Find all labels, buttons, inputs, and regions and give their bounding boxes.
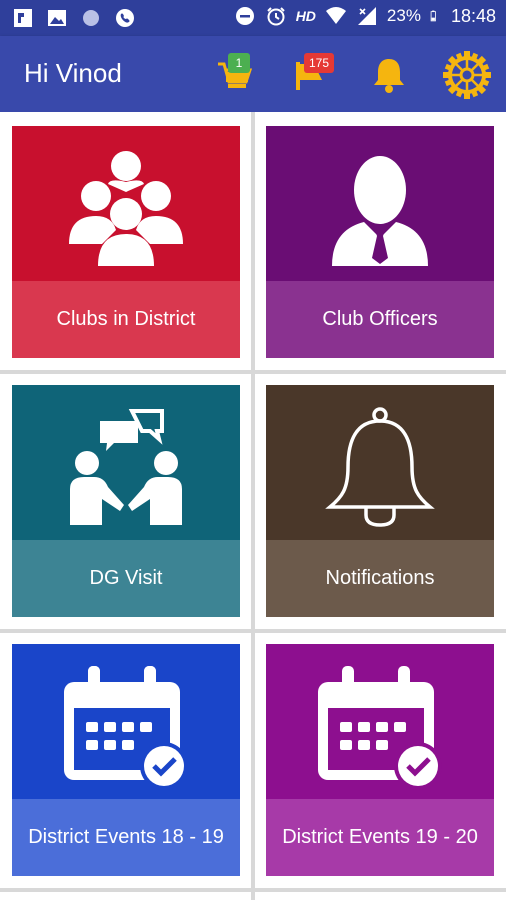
clock: 18:48: [450, 5, 496, 26]
tile-dg-visit[interactable]: DG Visit: [12, 385, 240, 617]
notification-app-icon: [14, 9, 32, 27]
tile-label: Clubs in District: [12, 281, 240, 358]
circle-icon: [83, 10, 99, 26]
cart-badge: 1: [228, 53, 250, 73]
image-icon: [48, 10, 66, 26]
flag-button[interactable]: 175: [290, 50, 340, 100]
app-bar: Hi Vinod 1 175: [0, 36, 506, 112]
tile-label: Club Officers: [266, 281, 494, 358]
rotary-wheel-icon: [443, 51, 491, 99]
meeting-icon: [70, 409, 182, 525]
cart-button[interactable]: 1: [212, 50, 262, 100]
bell-icon: [374, 59, 404, 93]
tile-icon-area: [12, 126, 240, 281]
status-bar: HD 23% 18:48: [0, 0, 506, 36]
tile-club-officers[interactable]: Club Officers: [266, 126, 494, 358]
calendar-check-icon: [64, 666, 188, 790]
tile-icon-area: [266, 126, 494, 281]
flag-badge: 175: [304, 53, 334, 73]
alarm-icon: [266, 7, 285, 26]
grid-divider-row-3: [0, 888, 506, 892]
group-icon: [69, 151, 183, 266]
tile-label: DG Visit: [12, 540, 240, 617]
status-right-icons: HD 23% 18:48: [234, 5, 496, 27]
battery-icon: [430, 10, 436, 22]
page-title: Hi Vinod: [24, 58, 122, 88]
grid-divider-row-1: [0, 370, 506, 374]
phone-icon: [116, 9, 134, 27]
tile-icon-area: [12, 385, 240, 540]
hd-indicator: HD: [295, 8, 316, 24]
tile-icon-area: [266, 385, 494, 540]
wifi-icon: [325, 7, 346, 24]
dashboard-grid: Clubs in District Club Officers DG Visit…: [0, 112, 506, 900]
dnd-icon: [235, 7, 254, 25]
grid-divider-row-2: [0, 629, 506, 633]
notifications-button[interactable]: [364, 50, 414, 100]
tile-clubs-in-district[interactable]: Clubs in District: [12, 126, 240, 358]
settings-button[interactable]: [442, 50, 492, 100]
tile-district-events-19-20[interactable]: District Events 19 - 20: [266, 644, 494, 876]
status-left-icons: [12, 7, 136, 29]
calendar-check-icon: [318, 666, 442, 790]
tile-label: District Events 19 - 20: [266, 799, 494, 876]
tile-notifications[interactable]: Notifications: [266, 385, 494, 617]
tile-icon-area: [12, 644, 240, 799]
tile-label: Notifications: [266, 540, 494, 617]
large-bell-icon: [325, 407, 435, 527]
officer-icon: [332, 156, 428, 266]
tile-district-events-18-19[interactable]: District Events 18 - 19: [12, 644, 240, 876]
tile-label: District Events 18 - 19: [12, 799, 240, 876]
battery-percent: 23%: [386, 6, 421, 25]
tile-icon-area: [266, 644, 494, 799]
signal-icon: [357, 7, 376, 25]
grid-divider-vertical: [251, 112, 255, 900]
